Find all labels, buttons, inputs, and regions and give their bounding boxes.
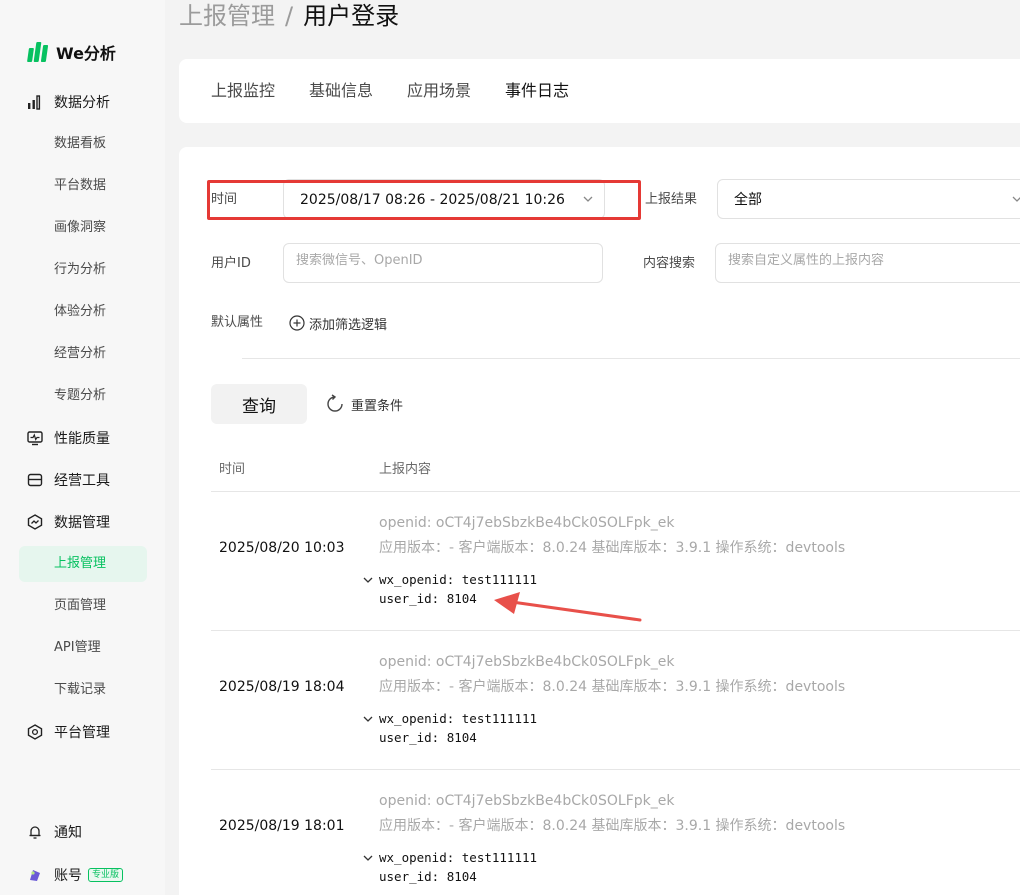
time-label: 时间	[211, 192, 238, 207]
column-header-time: 时间	[219, 462, 246, 477]
sidebar-item-download-records[interactable]: 下载记录	[54, 680, 106, 700]
page-title: 用户登录	[303, 2, 400, 30]
row-time: 2025/08/19 18:04	[219, 679, 345, 695]
row-meta: 应用版本：- 客户端版本：8.0.24 基础库版本：3.9.1 操作系统：dev…	[379, 679, 846, 695]
sidebar-item-portrait[interactable]: 画像洞察	[54, 218, 106, 238]
annotation-arrow-icon	[494, 592, 642, 622]
sidebar-group-performance[interactable]: 性能质量	[26, 428, 110, 448]
tab-basic-info[interactable]: 基础信息	[309, 80, 373, 102]
sidebar-item-business[interactable]: 经营分析	[54, 344, 106, 364]
sidebar-group-data-management[interactable]: 数据管理	[26, 512, 110, 532]
row-openid: openid: oCT4j7ebSbzkBe4bCk0SOLFpk_ek	[379, 515, 675, 531]
row-user-id: user_id: 8104	[379, 869, 477, 884]
refresh-icon	[327, 394, 343, 412]
breadcrumb-parent[interactable]: 上报管理	[179, 2, 275, 30]
sidebar-item-platform-data[interactable]: 平台数据	[54, 176, 106, 196]
add-filter-button[interactable]: 添加筛选逻辑	[289, 313, 387, 333]
sidebar-item-behavior[interactable]: 行为分析	[54, 260, 106, 280]
row-divider	[211, 630, 1020, 631]
sidebar: We分析 数据分析 数据看板 平台数据 画像洞察 行为分析 体验分析 经营分析 …	[0, 0, 165, 895]
sidebar-group-label: 数据分析	[54, 95, 110, 111]
sidebar-item-report-management[interactable]: 上报管理	[54, 554, 106, 574]
sidebar-group-label: 平台管理	[54, 725, 110, 741]
content-search-input[interactable]	[728, 253, 1016, 268]
column-header-content: 上报内容	[379, 462, 432, 477]
content-search-field	[715, 243, 1020, 283]
tab-event-log[interactable]: 事件日志	[505, 80, 569, 102]
chevron-down-icon[interactable]	[362, 852, 374, 864]
result-value: 全部	[734, 192, 762, 208]
row-meta: 应用版本：- 客户端版本：8.0.24 基础库版本：3.9.1 操作系统：dev…	[379, 540, 846, 556]
sidebar-group-platform-management[interactable]: 平台管理	[26, 722, 110, 742]
sidebar-item-dashboard[interactable]: 数据看板	[54, 134, 106, 154]
row-user-id: user_id: 8104	[379, 591, 477, 606]
sidebar-group-label: 数据管理	[54, 515, 110, 531]
row-divider	[211, 769, 1020, 770]
result-label: 上报结果	[645, 192, 698, 207]
reset-button[interactable]: 重置条件	[325, 393, 403, 415]
hexagon-chart-icon	[26, 513, 44, 531]
brand[interactable]: We分析	[26, 40, 116, 64]
storefront-icon	[26, 471, 44, 489]
userid-field	[283, 243, 603, 283]
chevron-down-icon	[583, 196, 593, 202]
chevron-down-icon	[1012, 196, 1020, 202]
row-meta: 应用版本：- 客户端版本：8.0.24 基础库版本：3.9.1 操作系统：dev…	[379, 818, 846, 834]
row-time: 2025/08/20 10:03	[219, 540, 345, 556]
row-wx-openid: wx_openid: test111111	[379, 711, 538, 726]
result-select[interactable]: 全部	[717, 179, 1020, 219]
pro-badge: 专业版	[88, 868, 124, 882]
sidebar-item-api-management[interactable]: API管理	[54, 638, 101, 658]
sidebar-notify[interactable]: 通知	[26, 822, 82, 842]
hexagon-gear-icon	[26, 723, 44, 741]
avatar	[26, 866, 44, 884]
reset-label: 重置条件	[351, 398, 404, 414]
row-openid: openid: oCT4j7ebSbzkBe4bCk0SOLFpk_ek	[379, 793, 675, 809]
userid-label: 用户ID	[211, 256, 251, 271]
chevron-down-icon[interactable]	[362, 713, 374, 725]
sidebar-account[interactable]: 账号 专业版	[26, 865, 124, 885]
breadcrumb: 上报管理 / 用户登录	[179, 0, 399, 32]
header-divider	[211, 491, 1020, 492]
account-label: 账号	[54, 868, 82, 884]
brand-name: We分析	[56, 44, 116, 63]
bar-chart-icon	[26, 93, 44, 111]
content-search-label: 内容搜索	[643, 256, 696, 271]
userid-input[interactable]	[296, 253, 583, 268]
time-range-value: 2025/08/17 08:26 - 2025/08/21 10:26	[300, 192, 565, 208]
bell-icon	[26, 823, 44, 841]
sidebar-item-experience[interactable]: 体验分析	[54, 302, 106, 322]
brand-logo-icon	[26, 41, 49, 63]
sidebar-group-data-analysis[interactable]: 数据分析	[26, 92, 110, 112]
sidebar-group-label: 性能质量	[54, 431, 110, 447]
time-range-picker[interactable]: 2025/08/17 08:26 - 2025/08/21 10:26	[283, 179, 605, 219]
chevron-down-icon[interactable]	[362, 574, 374, 586]
monitor-pulse-icon	[26, 429, 44, 447]
sidebar-item-topic[interactable]: 专题分析	[54, 386, 106, 406]
breadcrumb-separator: /	[285, 2, 294, 30]
row-openid: openid: oCT4j7ebSbzkBe4bCk0SOLFpk_ek	[379, 654, 675, 670]
row-time: 2025/08/19 18:01	[219, 818, 345, 834]
tabs-bar: 上报监控 基础信息 应用场景 事件日志	[179, 59, 1020, 123]
add-filter-label: 添加筛选逻辑	[309, 317, 388, 333]
query-button[interactable]: 查询	[211, 384, 307, 424]
plus-circle-icon	[289, 315, 305, 331]
tab-report-monitor[interactable]: 上报监控	[211, 80, 275, 102]
default-attr-label: 默认属性	[211, 315, 264, 330]
notify-label: 通知	[54, 825, 82, 841]
sidebar-group-label: 经营工具	[54, 473, 110, 489]
sidebar-item-page-management[interactable]: 页面管理	[54, 596, 106, 616]
sidebar-group-business-tools[interactable]: 经营工具	[26, 470, 110, 490]
filter-divider	[242, 358, 1020, 359]
row-user-id: user_id: 8104	[379, 730, 477, 745]
row-wx-openid: wx_openid: test111111	[379, 572, 538, 587]
row-wx-openid: wx_openid: test111111	[379, 850, 538, 865]
tab-scenarios[interactable]: 应用场景	[407, 80, 471, 102]
